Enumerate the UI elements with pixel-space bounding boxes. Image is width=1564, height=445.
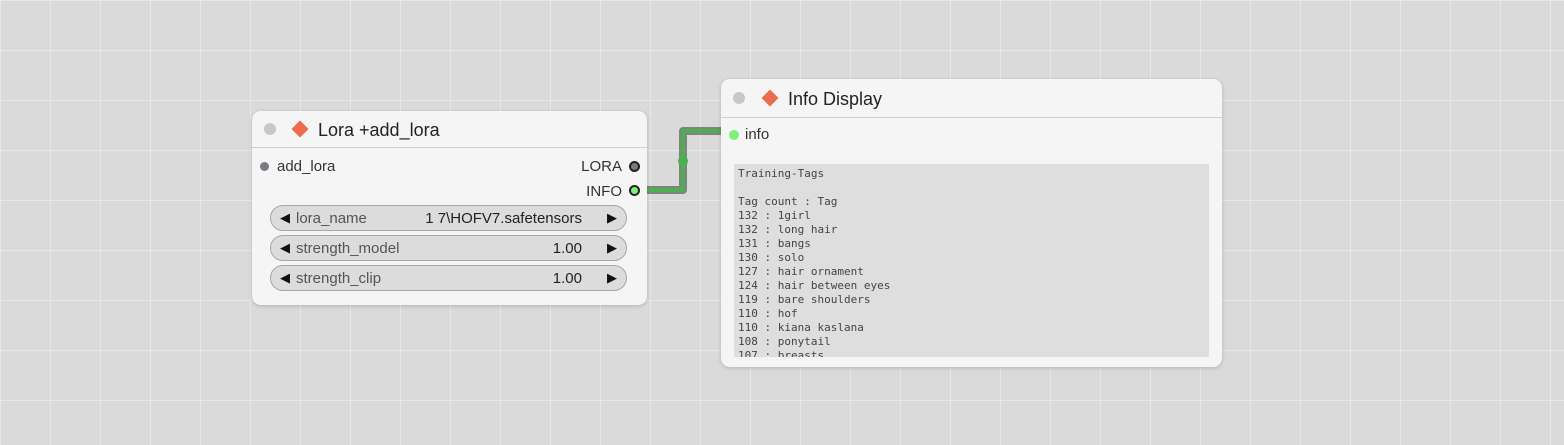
strength-clip-label: strength_clip — [296, 270, 382, 287]
info-text-content: Training-Tags Tag count : Tag 132 : 1gir… — [738, 167, 891, 357]
lora-node-title: Lora +add_lora — [318, 120, 440, 140]
lora-name-label: lora_name — [296, 210, 367, 227]
collapse-dot-icon[interactable] — [264, 123, 276, 135]
info-input-slot[interactable] — [729, 130, 739, 140]
info-display-node[interactable]: Info Display info Training-Tags Tag coun… — [721, 79, 1222, 367]
strength-model-number[interactable]: ◀ strength_model 1.00 ▶ — [270, 235, 627, 261]
info-text-area[interactable]: Training-Tags Tag count : Tag 132 : 1gir… — [734, 164, 1209, 357]
info-output-slot[interactable] — [629, 185, 640, 196]
left-arrow-icon[interactable]: ◀ — [277, 210, 293, 226]
info-node-title: Info Display — [788, 89, 883, 109]
add-lora-input-slot[interactable] — [260, 162, 269, 171]
strength-clip-value: 1.00 — [552, 270, 582, 287]
add-lora-input-label: add_lora — [277, 158, 336, 175]
lora-node[interactable]: Lora +add_lora add_lora LORA INFO ◀ lora… — [252, 111, 647, 305]
strength-clip-number[interactable]: ◀ strength_clip 1.00 ▶ — [270, 265, 627, 291]
right-arrow-icon[interactable]: ▶ — [604, 210, 620, 226]
info-node-title-bar[interactable]: Info Display — [721, 79, 1222, 118]
info-input-label: info — [745, 126, 770, 143]
right-arrow-icon[interactable]: ▶ — [604, 270, 620, 286]
node-diamond-icon — [291, 120, 309, 138]
lora-name-combo[interactable]: ◀ lora_name 1 7\HOFV7.safetensors ▶ — [270, 205, 627, 231]
strength-model-value: 1.00 — [552, 240, 582, 257]
right-arrow-icon[interactable]: ▶ — [604, 240, 620, 256]
info-output-label: INFO — [586, 183, 622, 200]
lora-output-label: LORA — [581, 158, 622, 175]
left-arrow-icon[interactable]: ◀ — [277, 240, 293, 256]
graph-canvas[interactable]: Lora +add_lora add_lora LORA INFO ◀ lora… — [0, 0, 1564, 445]
left-arrow-icon[interactable]: ◀ — [277, 270, 293, 286]
lora-output-slot[interactable] — [629, 161, 640, 172]
link-center-dot[interactable] — [678, 156, 688, 166]
lora-name-value: 1 7\HOFV7.safetensors — [425, 210, 582, 227]
lora-node-title-bar[interactable]: Lora +add_lora — [252, 111, 647, 148]
node-diamond-icon — [761, 89, 779, 107]
strength-model-label: strength_model — [296, 240, 400, 257]
collapse-dot-icon[interactable] — [733, 92, 745, 104]
